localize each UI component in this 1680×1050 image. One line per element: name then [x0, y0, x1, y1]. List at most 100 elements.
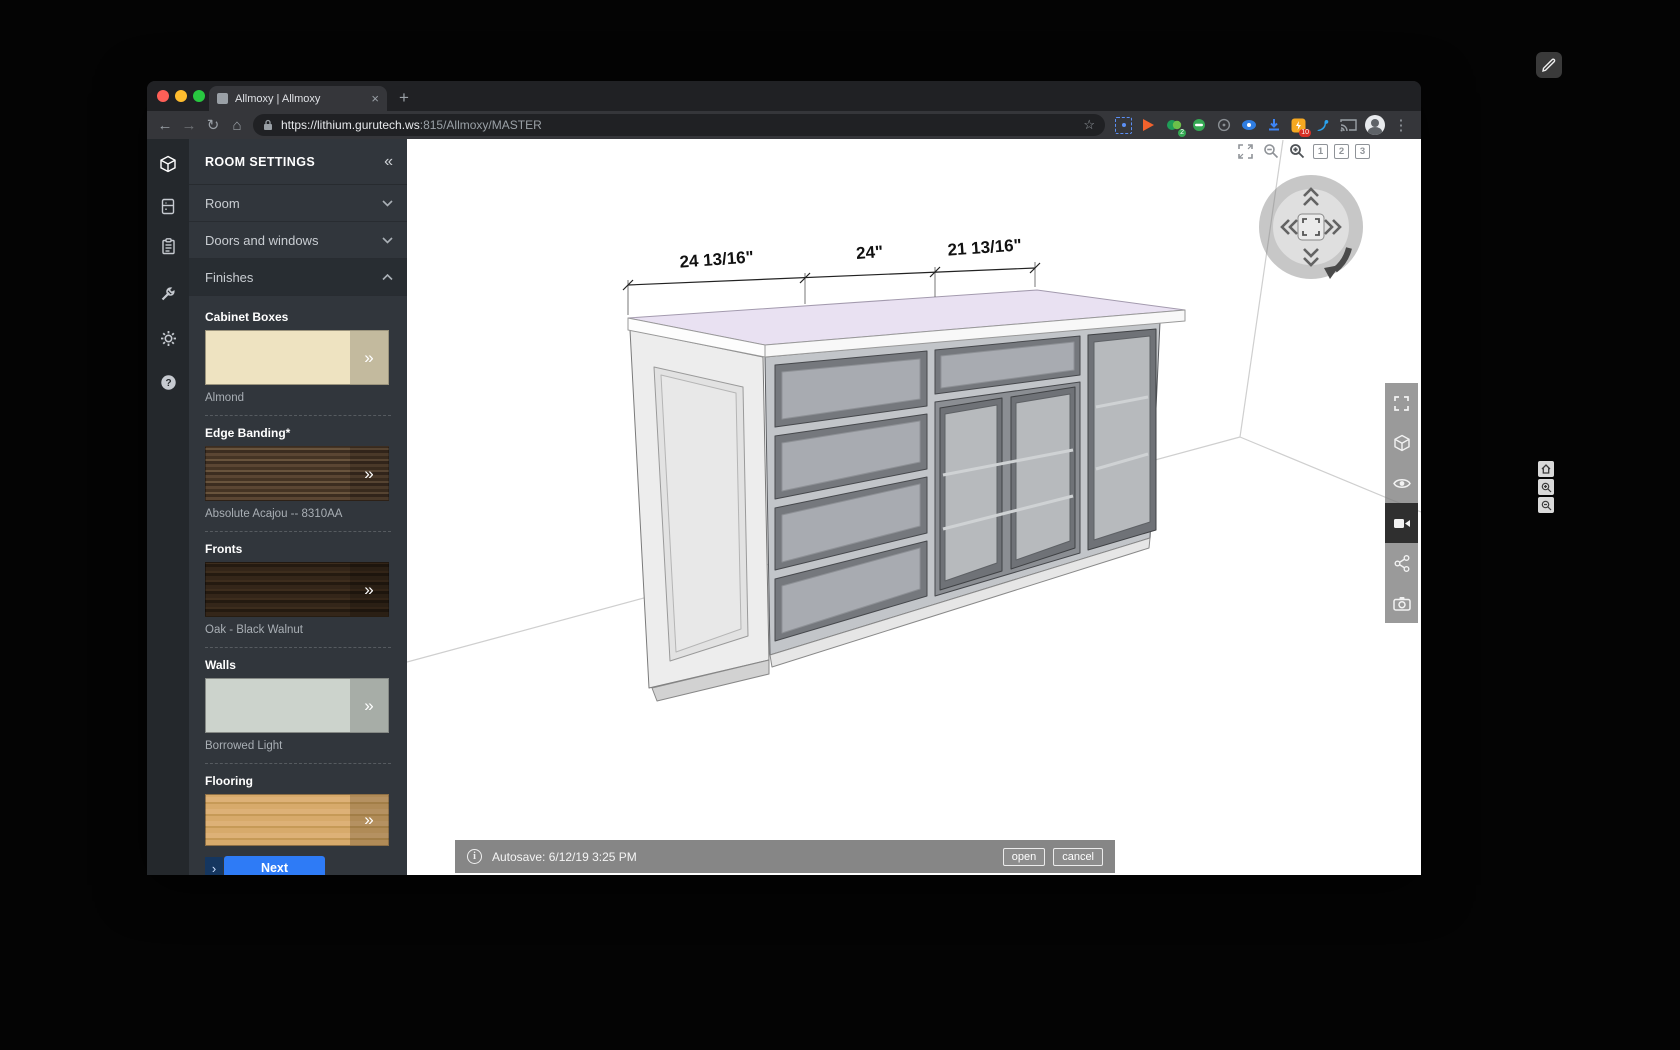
expand-swatch-button[interactable]: »	[350, 795, 388, 845]
tab-strip: Allmoxy | Allmoxy × +	[147, 81, 1421, 111]
view-page-1-button[interactable]: 1	[1313, 143, 1328, 159]
dimension-label-2: 24"	[855, 242, 883, 263]
edge-banding-swatch[interactable]: »	[205, 446, 389, 501]
bookmark-star-icon[interactable]: ☆	[1083, 117, 1095, 133]
3d-viewport[interactable]: 24 13/16" 24" 21 13/16" 1 2 3 i Autosave…	[407, 139, 1421, 875]
finish-item-walls: Walls » Borrowed Light	[205, 658, 391, 764]
walls-swatch[interactable]: »	[205, 678, 389, 733]
screen-edge-tools	[1538, 461, 1554, 513]
cabinet-boxes-swatch[interactable]: »	[205, 330, 389, 385]
orange-extension-icon[interactable]: 10	[1290, 117, 1311, 137]
home-icon[interactable]: ⌂	[225, 117, 249, 134]
finish-item-cabinet-boxes: Cabinet Boxes » Almond	[205, 310, 391, 416]
next-chevron-icon[interactable]: ›	[205, 857, 223, 875]
url-domain: https://lithium.gurutech.ws	[281, 118, 420, 132]
snapshot-camera-icon[interactable]	[1385, 583, 1418, 623]
share-icon[interactable]	[1385, 543, 1418, 583]
fit-to-screen-icon[interactable]	[1235, 143, 1255, 159]
svg-text:?: ?	[165, 378, 171, 389]
section-doors-windows-label: Doors and windows	[205, 232, 319, 248]
browser-toolbar: ← → ↻ ⌂ https://lithium.gurutech.ws:815/…	[147, 111, 1421, 139]
next-row: › Next	[205, 856, 391, 875]
section-room[interactable]: Room	[189, 185, 407, 222]
next-button[interactable]: Next	[224, 856, 325, 875]
sidebar-header: ROOM SETTINGS «	[189, 139, 407, 185]
expand-swatch-button[interactable]: »	[350, 679, 388, 732]
green-circles-extension-icon[interactable]: 2	[1165, 117, 1186, 137]
cabinet-tool-icon[interactable]	[147, 189, 189, 223]
fullscreen-icon[interactable]	[1385, 383, 1418, 423]
help-icon[interactable]: ?	[147, 365, 189, 399]
window-minimize-button[interactable]	[175, 90, 187, 102]
annotate-pencil-button[interactable]	[1536, 52, 1562, 78]
finish-label: Flooring	[205, 774, 253, 788]
finish-item-fronts: Fronts » Oak - Black Walnut	[205, 542, 391, 648]
finish-label: Walls	[205, 658, 236, 672]
open-button[interactable]: open	[1002, 847, 1046, 866]
tab-close-icon[interactable]: ×	[371, 91, 379, 106]
autosave-text: Autosave: 6/12/19 3:25 PM	[492, 849, 637, 864]
clipboard-tool-icon[interactable]	[147, 229, 189, 263]
browser-window: Allmoxy | Allmoxy × + ← → ↻ ⌂ https://li…	[147, 81, 1421, 875]
sidebar-collapse-icon[interactable]: «	[384, 153, 393, 171]
wrench-tool-icon[interactable]	[147, 277, 189, 311]
expand-swatch-button[interactable]: »	[350, 563, 388, 616]
window-zoom-button[interactable]	[193, 90, 205, 102]
autosave-statusbar: i Autosave: 6/12/19 3:25 PM open cancel	[455, 840, 1115, 873]
finish-label: Fronts	[205, 542, 243, 556]
info-extension-icon[interactable]	[1215, 117, 1232, 134]
magnify-in-button[interactable]	[1538, 479, 1554, 495]
cube-view-icon[interactable]	[1385, 423, 1418, 463]
back-icon[interactable]: ←	[153, 117, 177, 134]
finish-value: Almond	[205, 392, 244, 404]
view-page-2-button[interactable]: 2	[1334, 143, 1349, 159]
play-extension-icon[interactable]	[1140, 117, 1157, 134]
finish-value: Absolute Acajou -- 8310AA	[205, 508, 343, 520]
zoom-out-icon[interactable]	[1261, 143, 1281, 159]
glass-door-right	[1087, 328, 1157, 551]
finish-value: Oak - Black Walnut	[205, 624, 303, 636]
browser-menu-icon[interactable]: ⋮	[1393, 116, 1409, 134]
fronts-swatch[interactable]: »	[205, 562, 389, 617]
profile-avatar[interactable]	[1365, 115, 1385, 135]
magnify-out-button[interactable]	[1538, 497, 1554, 513]
browser-tab[interactable]: Allmoxy | Allmoxy ×	[209, 86, 387, 111]
lock-icon	[263, 119, 273, 131]
finishes-panel: Cabinet Boxes » Almond Edge Banding* » A…	[189, 296, 407, 875]
reload-icon[interactable]: ↻	[201, 116, 225, 134]
dimension-label-3: 21 13/16"	[947, 235, 1022, 259]
dimension-label-1: 24 13/16"	[679, 247, 754, 271]
cancel-button[interactable]: cancel	[1053, 847, 1103, 866]
orbit-control[interactable]	[1256, 172, 1366, 282]
new-tab-button[interactable]: +	[399, 87, 409, 109]
forward-icon[interactable]: →	[177, 117, 201, 134]
left-icon-rail: ?	[147, 139, 189, 875]
blue-eye-extension-icon[interactable]	[1240, 117, 1257, 134]
address-bar[interactable]: https://lithium.gurutech.ws:815/Allmoxy/…	[253, 114, 1105, 136]
tab-favicon	[217, 93, 228, 104]
section-finishes-label: Finishes	[205, 269, 254, 285]
view-page-3-button[interactable]: 3	[1355, 143, 1370, 159]
expand-swatch-button[interactable]: »	[350, 447, 388, 500]
info-icon: i	[467, 849, 482, 864]
section-finishes[interactable]: Finishes	[189, 259, 407, 296]
window-close-button[interactable]	[157, 90, 169, 102]
screenshot-extension-icon[interactable]	[1115, 116, 1132, 134]
allmoxy-logo-icon[interactable]	[147, 147, 189, 181]
walkthrough-camera-icon[interactable]	[1385, 503, 1418, 543]
tab-title: Allmoxy | Allmoxy	[235, 92, 321, 105]
flooring-swatch[interactable]: »	[205, 794, 389, 846]
extension-badge: 10	[1299, 128, 1311, 137]
bird-extension-icon[interactable]	[1315, 117, 1332, 134]
zoom-in-icon[interactable]	[1287, 143, 1307, 159]
download-extension-icon[interactable]	[1265, 117, 1282, 134]
section-doors-windows[interactable]: Doors and windows	[189, 222, 407, 259]
extension-badge: 2	[1178, 128, 1186, 137]
green-dot-extension-icon[interactable]	[1190, 117, 1207, 134]
home-view-button[interactable]	[1538, 461, 1554, 477]
cast-icon[interactable]	[1340, 117, 1357, 134]
chevron-down-icon	[382, 199, 393, 207]
expand-swatch-button[interactable]: »	[350, 331, 388, 384]
gear-settings-icon[interactable]	[147, 321, 189, 355]
visibility-eye-icon[interactable]	[1385, 463, 1418, 503]
